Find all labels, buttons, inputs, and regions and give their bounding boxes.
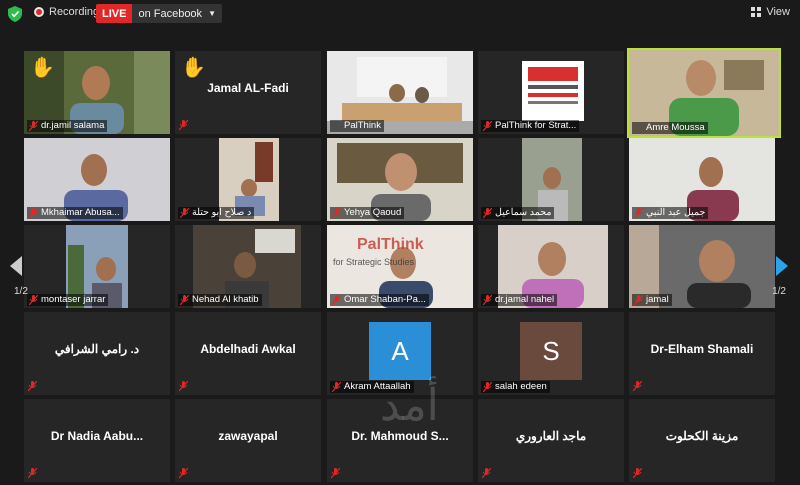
participant-name-center: مزينة الكحلوت [665,429,739,443]
muted-mic-icon [179,468,188,478]
previous-page-arrow-icon[interactable] [10,256,22,276]
participant-tile-active-speaker[interactable]: Amre Moussa [627,48,781,138]
page-indicator-right: 1/2 [772,286,786,297]
muted-mic-icon [332,208,341,218]
participant-name: Nehad Al khatib [178,294,262,306]
participant-tile[interactable]: zawayapal [175,399,321,482]
raised-hand-icon: ✋ [30,57,55,79]
participant-tile[interactable]: PalThink [327,51,473,134]
participant-name-center: Abdelhadi Awkal [200,342,296,356]
participant-tile[interactable]: PalThink for Strategic Studies Omar Shab… [327,225,473,308]
participant-name: Mkhaimar Abusa... [27,207,123,219]
participant-name-center: ماجد العاروري [515,429,587,443]
muted-mic-icon [483,121,492,131]
gallery-grid-icon [751,7,762,17]
live-stream-status[interactable]: LIVE on Facebook ▼ [96,4,222,23]
page-indicator-left: 1/2 [14,286,28,297]
participant-tile[interactable]: محمد سماعيل [478,138,624,221]
muted-mic-icon [29,121,38,131]
participant-tile[interactable]: مزينة الكحلوت [629,399,775,482]
muted-mic-icon [28,381,37,391]
participant-name: Omar Shaban-Pa... [330,294,429,306]
caret-down-icon: ▼ [208,9,216,18]
live-target-label: on Facebook [138,7,203,20]
participant-name: dr.jamal nahel [481,294,558,306]
muted-mic-icon [482,468,491,478]
participant-name: dr.jamil salama [27,120,108,132]
participant-tile[interactable]: جميل عبد النبي [629,138,775,221]
muted-mic-icon [179,381,188,391]
muted-mic-icon [483,208,492,218]
muted-mic-icon [331,468,340,478]
participant-name-center: د. رامي الشرافي [54,342,140,356]
participant-tile[interactable]: Abdelhadi Awkal [175,312,321,395]
muted-mic-icon [633,381,642,391]
participant-tile[interactable]: Mkhaimar Abusa... [24,138,170,221]
muted-mic-icon [332,382,341,392]
participant-name: Yehya Qaoud [330,207,405,219]
svg-text:PalThink: PalThink [357,236,424,253]
muted-mic-icon [633,468,642,478]
view-label: View [766,6,790,18]
participant-tile[interactable]: dr.jamal nahel [478,225,624,308]
recording-indicator[interactable]: Recording [34,6,99,18]
raised-hand-icon: ✋ [181,57,206,79]
next-page-arrow-icon[interactable] [776,256,788,276]
participant-name-center: Dr Nadia Aabu... [50,429,144,443]
muted-mic-icon [634,208,643,218]
participant-name-center: Dr. Mahmoud S... [351,429,449,443]
participant-tile[interactable]: Dr-Elham Shamali [629,312,775,395]
avatar: S [520,322,582,380]
participant-name: montaser jarrar [27,294,109,306]
live-target-dropdown[interactable]: on Facebook ▼ [132,4,222,23]
muted-mic-icon [28,468,37,478]
muted-mic-icon [29,208,38,218]
participant-name: محمد سماعيل [481,207,555,219]
live-badge: LIVE [96,4,133,23]
participant-tile[interactable]: S salah edeen [478,312,624,395]
muted-mic-icon [483,295,492,305]
participant-tile[interactable]: Yehya Qaoud [327,138,473,221]
participant-tile[interactable]: ✋ dr.jamil salama [24,51,170,134]
record-dot-icon [34,7,44,17]
participant-tile[interactable]: montaser jarrar [24,225,170,308]
muted-mic-icon [180,208,189,218]
participant-name: د صلاح ابو حتلة [178,207,255,219]
participant-tile[interactable]: د صلاح ابو حتلة [175,138,321,221]
participant-name: jamal [632,294,672,306]
muted-mic-icon [29,295,38,305]
palthink-logo: PalThink for Strategic Studies [333,236,424,267]
participant-tile[interactable]: د. رامي الشرافي [24,312,170,395]
muted-mic-icon [179,120,188,130]
watermark: أمد [380,380,439,431]
meeting-topbar: Recording LIVE on Facebook ▼ View [0,0,800,28]
participant-tile[interactable]: Nehad Al khatib [175,225,321,308]
recording-label: Recording [49,6,100,18]
muted-mic-icon [332,295,341,305]
muted-mic-icon [483,382,492,392]
muted-mic-icon [180,295,189,305]
participant-name-center: zawayapal [218,429,278,443]
svg-text:for Strategic Studies: for Strategic Studies [333,257,415,267]
participant-tile[interactable]: jamal [629,225,775,308]
participant-name: Amre Moussa [632,122,708,134]
muted-mic-icon [634,295,643,305]
participant-tile[interactable]: Dr Nadia Aabu... [24,399,170,482]
participant-name: PalThink for Strat... [481,120,580,132]
participant-name-center: Jamal AL-Fadi [207,81,289,95]
participant-tile[interactable]: ✋ Jamal AL-Fadi [175,51,321,134]
participant-name: salah edeen [481,381,550,393]
view-button[interactable]: View [751,6,790,18]
participant-name-center: Dr-Elham Shamali [650,342,754,356]
participant-name: PalThink [330,120,384,132]
participant-name: جميل عبد النبي [632,207,709,219]
participant-tile[interactable]: PalThink for Strat... [478,51,624,134]
avatar: A [369,322,431,380]
participant-tile[interactable]: ماجد العاروري [478,399,624,482]
security-shield-icon[interactable] [8,6,22,22]
